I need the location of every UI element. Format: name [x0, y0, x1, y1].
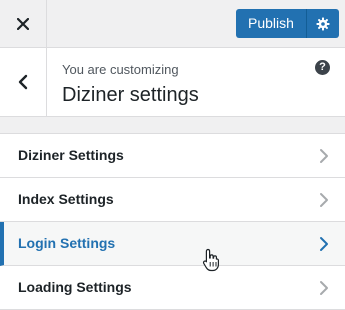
back-button[interactable] [0, 48, 47, 116]
settings-menu: Diziner Settings Index Settings Login Se… [0, 133, 345, 310]
customizer-topbar: Publish [0, 0, 345, 48]
gear-icon [316, 17, 330, 30]
chevron-right-icon [320, 237, 328, 251]
close-button[interactable] [0, 0, 47, 47]
chevron-right-icon [320, 281, 328, 295]
close-icon [17, 17, 29, 30]
menu-item-index-settings[interactable]: Index Settings [0, 178, 345, 222]
publish-button[interactable]: Publish [236, 9, 307, 38]
hand-pointer-cursor-icon [202, 248, 219, 272]
menu-item-login-settings[interactable]: Login Settings [0, 222, 345, 266]
chevron-left-icon [18, 74, 28, 90]
publish-group: Publish [236, 9, 339, 38]
publish-settings-button[interactable] [306, 9, 339, 38]
chevron-right-icon [320, 193, 328, 207]
menu-item-diziner-settings[interactable]: Diziner Settings [0, 134, 345, 178]
customizing-label: You are customizing [62, 62, 179, 77]
site-title: Diziner settings [62, 84, 199, 106]
chevron-right-icon [320, 149, 328, 163]
customizer-header: You are customizing Diziner settings ? [0, 48, 345, 117]
help-icon[interactable]: ? [315, 60, 330, 75]
menu-item-label: Diziner Settings [18, 147, 124, 163]
menu-item-loading-settings[interactable]: Loading Settings [0, 266, 345, 310]
menu-item-label: Loading Settings [18, 279, 132, 295]
menu-item-label: Index Settings [18, 191, 114, 207]
menu-item-label: Login Settings [18, 235, 116, 251]
